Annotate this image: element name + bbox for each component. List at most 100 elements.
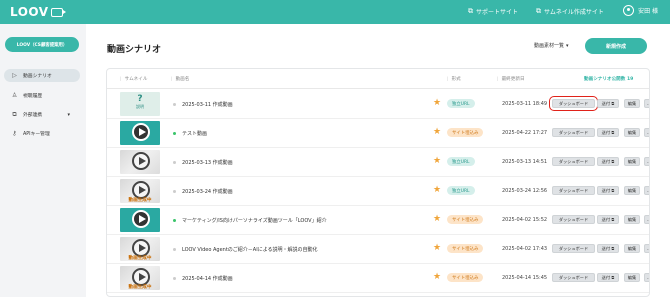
video-name[interactable]: 2025-03-11 作成動画 — [182, 101, 233, 108]
table-row[interactable]: 動画生成中 2025-04-14 作成動画 ★ サイト埋込み 2025-04-1… — [107, 264, 649, 293]
send-button[interactable]: 送付 ⧉ — [597, 99, 619, 108]
edit-button[interactable]: 編集 — [624, 157, 640, 166]
organization-button[interactable]: LOOV（CS顧客提案用） — [5, 37, 79, 52]
updated-date: 2025-03-11 18:49 — [502, 101, 548, 107]
send-button[interactable]: 送付 ⧉ — [597, 273, 619, 282]
more-button[interactable]: … — [644, 215, 649, 224]
format-badge: サイト埋込み — [447, 128, 484, 137]
edit-button[interactable]: 編集 — [624, 215, 640, 224]
send-button[interactable]: 送付 ⧉ — [597, 215, 619, 224]
more-button[interactable]: … — [644, 186, 649, 195]
video-thumbnail[interactable]: 動画生成中 — [120, 237, 160, 261]
edit-button[interactable]: 編集 — [624, 273, 640, 282]
video-name[interactable]: 2025-03-13 作成動画 — [182, 159, 233, 166]
sidebar-item-scenario[interactable]: ▷ 動画シナリオ — [4, 69, 80, 82]
chevron-down-icon: ▾ — [566, 42, 569, 49]
sidebar-item-label: 視聴履歴 — [23, 94, 43, 99]
support-site-link[interactable]: ⧉ サポートサイト — [468, 7, 518, 16]
copy-icon: ⧉ — [611, 101, 615, 106]
send-button[interactable]: 送付 ⧉ — [597, 186, 619, 195]
send-label: 送付 — [601, 129, 611, 135]
sidebar-item-integrations[interactable]: ⧉ 外部連携 ▾ — [4, 108, 80, 121]
video-thumbnail[interactable]: 動画生成中 — [120, 266, 160, 290]
play-icon — [132, 152, 150, 170]
dashboard-button[interactable]: ダッシュボード — [552, 128, 595, 137]
updated-date: 2025-04-02 15:52 — [502, 217, 548, 223]
thumbnail-site-link[interactable]: ⧉ サムネイル作成サイト — [536, 7, 604, 16]
generating-label: 動画生成中 — [128, 198, 152, 203]
more-button[interactable]: … — [644, 99, 649, 108]
format-badge: 独立URL — [447, 157, 475, 166]
table-header: サムネイル 動画名 形式 最終更新日 動画シナリオ公開数 19 — [107, 69, 649, 89]
table-row[interactable]: 動画生成中 2025-03-24 作成動画 ★ 独立URL 2025-03-24… — [107, 177, 649, 206]
updated-date: 2025-04-14 15:45 — [502, 275, 548, 281]
video-thumbnail[interactable] — [120, 208, 160, 232]
video-thumbnail[interactable]: 動画生成中 — [120, 179, 160, 203]
star-icon[interactable]: ★ — [433, 98, 441, 108]
more-button[interactable]: … — [644, 244, 649, 253]
video-thumbnail[interactable] — [120, 150, 160, 174]
column-name: 動画名 — [171, 76, 190, 82]
edit-button[interactable]: 編集 — [624, 99, 640, 108]
dashboard-button[interactable]: ダッシュボード — [552, 215, 595, 224]
user-name: 安田 様 — [638, 8, 658, 15]
more-button[interactable]: … — [644, 157, 649, 166]
video-thumbnail[interactable]: ? 説明 — [120, 92, 160, 116]
edit-button[interactable]: 編集 — [624, 128, 640, 137]
updated-date: 2025-04-02 17:43 — [502, 246, 548, 252]
sidebar-item-api-keys[interactable]: ⚷ APIキー管理 — [4, 127, 80, 140]
edit-button[interactable]: 編集 — [624, 244, 640, 253]
support-site-label: サポートサイト — [476, 9, 519, 16]
external-link-icon: ⧉ — [468, 7, 473, 15]
table-row[interactable]: ? 説明 2025-03-11 作成動画 ★ 独立URL 2025-03-11 1… — [107, 90, 649, 119]
dashboard-button[interactable]: ダッシュボード — [552, 273, 595, 282]
copy-icon: ⧉ — [611, 275, 615, 280]
video-name[interactable]: LOOV Video Agentのご紹介－AIによる説明・解説の自動化 — [182, 246, 318, 253]
video-name[interactable]: マーケティング/IS向けパーソナライズ動画ツール「LOOV」紹介 — [182, 217, 327, 224]
copy-icon: ⧉ — [611, 188, 615, 193]
dashboard-button[interactable]: ダッシュボード — [552, 157, 595, 166]
assets-list-link[interactable]: 動画素材一覧 ▾ — [534, 42, 569, 50]
more-button[interactable]: … — [644, 128, 649, 137]
send-button[interactable]: 送付 ⧉ — [597, 157, 619, 166]
generating-label: 動画生成中 — [128, 285, 152, 290]
table-row[interactable]: 動画生成中 LOOV Video Agentのご紹介－AIによる説明・解説の自動… — [107, 235, 649, 264]
edit-button[interactable]: 編集 — [624, 186, 640, 195]
updated-date: 2025-03-13 14:51 — [502, 159, 548, 165]
more-button[interactable]: … — [644, 273, 649, 282]
video-name[interactable]: 2025-03-24 作成動画 — [182, 188, 233, 195]
copy-icon: ⧉ — [611, 130, 615, 135]
loov-logo[interactable]: LOOV — [10, 4, 66, 20]
send-button[interactable]: 送付 ⧉ — [597, 128, 619, 137]
video-thumbnail[interactable] — [120, 121, 160, 145]
table-row[interactable]: 2025-03-13 作成動画 ★ 独立URL 2025-03-13 14:51… — [107, 148, 649, 177]
format-badge: サイト埋込み — [447, 244, 484, 253]
format-badge: サイト埋込み — [447, 215, 484, 224]
sidebar-item-history[interactable]: ♙ 視聴履歴 — [4, 89, 80, 102]
star-icon[interactable]: ★ — [433, 272, 441, 282]
dashboard-button[interactable]: ダッシュボード — [552, 244, 595, 253]
top-bar: LOOV ⧉ サポートサイト ⧉ サムネイル作成サイト 安田 様 — [0, 0, 670, 24]
status-dot — [173, 248, 176, 251]
star-icon[interactable]: ★ — [433, 156, 441, 166]
dashboard-button[interactable]: ダッシュボード — [552, 186, 595, 195]
send-label: 送付 — [601, 274, 611, 280]
video-name[interactable]: 2025-04-14 作成動画 — [182, 275, 233, 282]
user-menu[interactable]: 安田 様 — [623, 5, 658, 16]
camera-icon — [50, 7, 66, 17]
star-icon[interactable]: ★ — [433, 185, 441, 195]
updated-date: 2025-04-22 17:27 — [502, 130, 548, 136]
user-icon — [623, 5, 635, 16]
star-icon[interactable]: ★ — [433, 243, 441, 253]
table-row[interactable]: テスト動画 ★ サイト埋込み 2025-04-22 17:27 ダッシュボード … — [107, 119, 649, 148]
star-icon[interactable]: ★ — [433, 214, 441, 224]
video-name[interactable]: テスト動画 — [182, 130, 207, 137]
sidebar: LOOV（CS顧客提案用） ▷ 動画シナリオ ♙ 視聴履歴 ⧉ 外部連携 ▾ ⚷… — [0, 24, 86, 297]
new-create-button[interactable]: 新規作成 — [585, 38, 647, 54]
table-row[interactable]: マーケティング/IS向けパーソナライズ動画ツール「LOOV」紹介 ★ サイト埋込… — [107, 206, 649, 235]
send-label: 送付 — [601, 158, 611, 164]
star-icon[interactable]: ★ — [433, 127, 441, 137]
send-button[interactable]: 送付 ⧉ — [597, 244, 619, 253]
key-icon: ⚷ — [12, 130, 17, 137]
dashboard-button[interactable]: ダッシュボード — [549, 96, 598, 111]
